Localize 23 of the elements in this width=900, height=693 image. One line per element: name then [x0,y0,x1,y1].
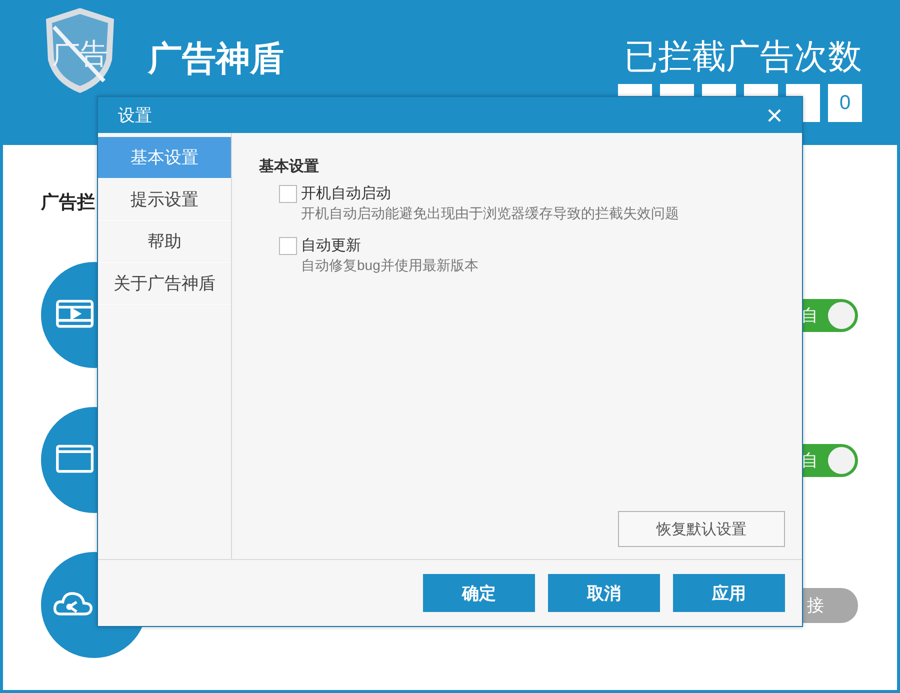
cloud-icon [53,592,92,616]
checkbox[interactable] [279,184,297,202]
dialog-button[interactable]: 取消 [548,574,660,612]
sidebar-tab[interactable]: 帮助 [98,221,231,263]
app-title: 广告神盾 [148,39,284,80]
close-icon[interactable] [767,108,782,122]
section-label: 广告拦 [41,191,95,214]
option-label: 自动更新 [301,236,361,255]
option-description: 开机自动启动能避免出现由于浏览器缓存导致的拦截失效问题 [301,205,680,223]
film-icon [56,300,94,328]
option-description: 自动修复bug并使用最新版本 [301,257,480,275]
dialog-title: 设置 [118,104,152,126]
checkbox[interactable] [279,236,297,254]
dialog-button[interactable]: 确定 [423,574,535,612]
counter-label: 已拦截广告次数 [624,37,862,78]
sidebar-tab[interactable]: 提示设置 [98,179,231,221]
counter-digit: 0 [828,84,862,122]
sidebar-tab[interactable]: 关于广告神盾 [98,263,231,305]
dialog-button[interactable]: 应用 [673,574,785,612]
window-icon [56,444,94,473]
option-label: 开机自动启动 [301,184,391,203]
section-title: 基本设置 [259,157,320,176]
restore-defaults-button[interactable]: 恢复默认设置 [618,511,785,547]
